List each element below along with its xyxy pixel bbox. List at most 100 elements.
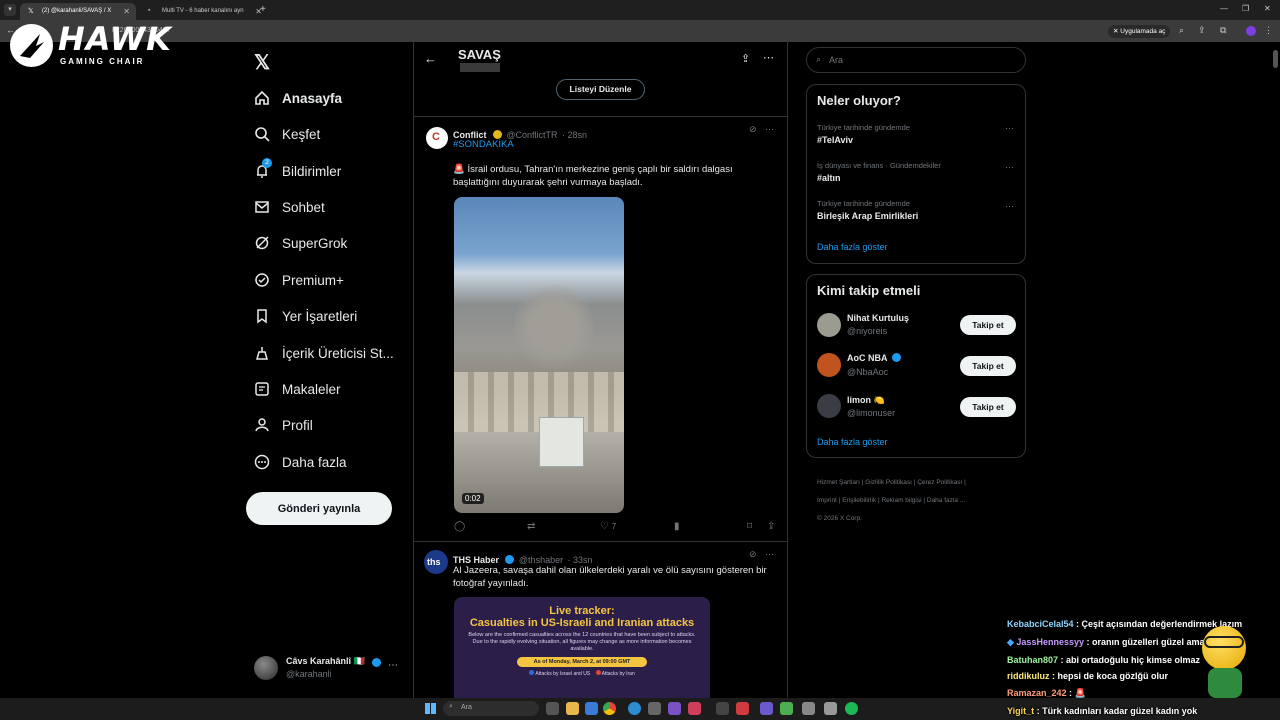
edit-list-button[interactable]: Listeyi Düzenle xyxy=(556,79,645,100)
back-arrow-icon[interactable]: ← xyxy=(424,51,437,66)
trend-name[interactable]: #altın xyxy=(817,173,841,183)
tweet-handle[interactable]: @ConflictTR xyxy=(506,130,557,140)
extensions-icon[interactable]: ⧉ xyxy=(1220,25,1226,36)
verified-badge-icon xyxy=(372,658,381,667)
taskbar-search[interactable]: ⌕ Ara xyxy=(443,701,539,716)
follow-button[interactable]: Takip et xyxy=(960,356,1016,376)
tweet-video[interactable]: 0:02 xyxy=(454,197,624,513)
tab-list-button[interactable]: ▾ xyxy=(4,4,16,16)
nav-more[interactable]: Daha fazla xyxy=(254,447,347,477)
taskview-icon[interactable] xyxy=(546,702,559,715)
nav-articles[interactable]: Makaleler xyxy=(254,374,341,404)
tweet-more-icon[interactable]: ⋯ xyxy=(765,124,774,135)
share-icon[interactable]: ⇪ xyxy=(1198,25,1206,36)
legend-swatch-blue xyxy=(529,670,535,675)
follow-avatar[interactable] xyxy=(817,353,841,377)
app-icon[interactable] xyxy=(736,702,749,715)
search-input[interactable]: ⌕ Ara xyxy=(806,47,1026,73)
tweet[interactable]: C Conflict @ConflictTR · 28sn ⊘ ⋯ #SONDA… xyxy=(414,117,787,541)
follow-avatar[interactable] xyxy=(817,313,841,337)
app-icon[interactable] xyxy=(585,702,598,715)
follow-button[interactable]: Takip et xyxy=(960,397,1016,417)
page-scrollbar[interactable] xyxy=(1273,50,1278,68)
minimize-icon[interactable]: — xyxy=(1220,4,1228,13)
spotify-icon[interactable] xyxy=(845,702,858,715)
share-tweet-icon[interactable]: ⇪ xyxy=(767,521,775,532)
windows-start-icon[interactable] xyxy=(425,703,436,714)
nav-label: Daha fazla xyxy=(282,454,347,470)
home-icon xyxy=(254,90,270,106)
app-icon[interactable] xyxy=(716,702,729,715)
heart-icon: ♡ xyxy=(600,521,609,532)
nav-home[interactable]: Anasayfa xyxy=(254,83,342,113)
nav-bookmarks[interactable]: Yer İşaretleri xyxy=(254,301,357,331)
tweet-image[interactable]: Live tracker: Casualties in US-Israeli a… xyxy=(454,597,710,698)
x-logo-icon[interactable]: 𝕏 xyxy=(254,50,270,75)
trend-more-icon[interactable]: ⋯ xyxy=(1005,201,1015,212)
tweet[interactable]: ths THS Haber @thshaber · 33sn ⊘ ⋯ Al Ja… xyxy=(414,542,787,698)
trend-more-icon[interactable]: ⋯ xyxy=(1005,162,1015,173)
open-in-app-pill[interactable]: ✕ Uygulamada aç xyxy=(1108,25,1171,38)
window-close-icon[interactable]: ✕ xyxy=(1264,4,1271,13)
tweet-more-icon[interactable]: ⋯ xyxy=(765,549,774,560)
nav-premium[interactable]: Premium+ xyxy=(254,265,344,295)
footer-link[interactable]: Erişilebilirlik xyxy=(842,497,876,504)
follow-name[interactable]: Nihat Kurtuluş xyxy=(847,313,909,323)
share-list-icon[interactable]: ⇪ xyxy=(741,52,750,65)
chrome-icon[interactable] xyxy=(603,702,616,715)
follow-show-more[interactable]: Daha fazla göster xyxy=(817,437,888,447)
views-icon[interactable]: ▮ xyxy=(674,521,680,532)
reply-icon[interactable]: ◯ xyxy=(454,521,465,532)
trend-more-icon[interactable]: ⋯ xyxy=(1005,123,1015,134)
edge-icon[interactable] xyxy=(628,702,641,715)
follow-name[interactable]: limon 🍋 xyxy=(847,395,885,406)
browser-tab-active[interactable]: 𝕏 (2) @karahanli/SAVAŞ / X ✕ xyxy=(20,3,136,20)
grok-tweet-icon[interactable]: ⊘ xyxy=(749,549,757,560)
like-button[interactable]: ♡ 7 xyxy=(600,521,616,532)
post-button[interactable]: Gönderi yayınla xyxy=(246,492,392,525)
app-icon[interactable] xyxy=(802,702,815,715)
footer-link[interactable]: Imprint xyxy=(817,497,837,504)
browser-menu-icon[interactable]: ⋮ xyxy=(1264,25,1273,36)
app-icon[interactable] xyxy=(668,702,681,715)
footer-link[interactable]: Daha fazla ... xyxy=(927,497,965,504)
app-icon[interactable] xyxy=(780,702,793,715)
app-icon[interactable] xyxy=(760,702,773,715)
footer-link[interactable]: Hizmet Şartları xyxy=(817,479,860,486)
chat-user: JassHennessyy xyxy=(1016,637,1084,647)
restore-icon[interactable]: ❐ xyxy=(1242,4,1249,13)
follow-name[interactable]: AoC NBA xyxy=(847,353,887,363)
nav-creator-studio[interactable]: İçerik Üreticisi St... xyxy=(254,338,394,368)
app-icon[interactable] xyxy=(648,702,661,715)
trend-name[interactable]: Birleşik Arap Emirlikleri xyxy=(817,211,918,221)
zoom-icon[interactable]: ⌕ xyxy=(1179,25,1184,36)
bookmark-tweet-icon[interactable]: ⌑ xyxy=(747,521,752,532)
footer-link[interactable]: Reklam bilgisi xyxy=(881,497,921,504)
browser-tab[interactable]: ▪ Multi TV - 6 haber kanalını ayn ✕ xyxy=(140,3,268,20)
app-icon[interactable] xyxy=(824,702,837,715)
nav-notifications[interactable]: 2 Bildirimler xyxy=(254,156,341,186)
account-more-icon[interactable]: ⋯ xyxy=(388,660,398,671)
app-icon[interactable] xyxy=(688,702,701,715)
follow-button[interactable]: Takip et xyxy=(960,315,1016,335)
follow-avatar[interactable] xyxy=(817,394,841,418)
profile-avatar-icon[interactable] xyxy=(1246,26,1256,36)
tweet-hashtag[interactable]: #SONDAKİKA xyxy=(453,138,514,151)
list-more-icon[interactable]: ⋯ xyxy=(763,51,774,64)
trends-show-more[interactable]: Daha fazla göster xyxy=(817,242,888,252)
more-circle-icon xyxy=(254,454,270,470)
nav-messages[interactable]: Sohbet xyxy=(254,192,325,222)
file-explorer-icon[interactable] xyxy=(566,702,579,715)
new-tab-button[interactable]: + xyxy=(260,4,266,15)
close-tab-icon[interactable]: ✕ xyxy=(123,7,130,16)
nav-supergrok[interactable]: SuperGrok xyxy=(254,228,347,258)
grok-tweet-icon[interactable]: ⊘ xyxy=(749,124,757,135)
nav-explore[interactable]: Keşfet xyxy=(254,119,320,149)
account-switcher[interactable]: Câvs Karahânlî 🇮🇹 @karahanli ⋯ xyxy=(252,654,402,684)
footer-link[interactable]: Çerez Politikası xyxy=(917,479,962,486)
trend-name[interactable]: #TelAviv xyxy=(817,135,853,145)
tweet-time[interactable]: · 28sn xyxy=(562,130,587,140)
retweet-icon[interactable]: ⇄ xyxy=(527,521,535,532)
footer-link[interactable]: Gizlilik Politikası xyxy=(865,479,912,486)
nav-profile[interactable]: Profil xyxy=(254,410,313,440)
